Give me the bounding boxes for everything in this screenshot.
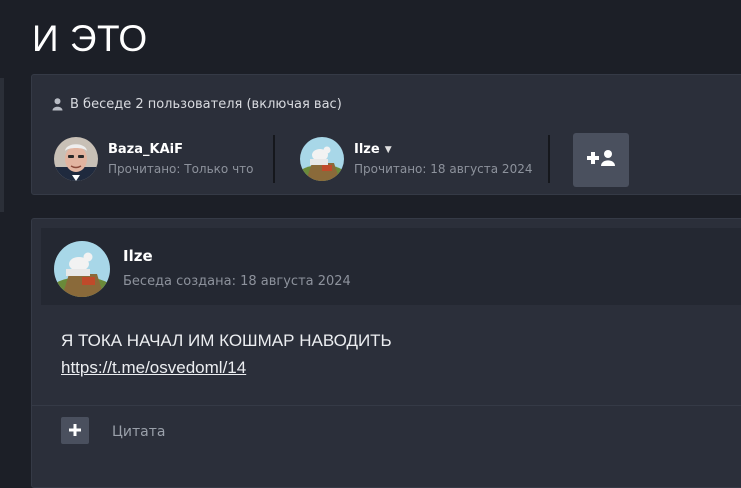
conversation-created-date: Беседа создана: 18 августа 2024 [123, 274, 351, 289]
quote-add-button[interactable] [61, 417, 89, 444]
plus-icon[interactable] [69, 421, 81, 440]
member-divider [548, 135, 550, 183]
member-name[interactable]: Baza_KAiF [108, 142, 254, 157]
participants-header: В беседе 2 пользователя (включая вас) [52, 97, 342, 112]
author-avatar[interactable] [54, 241, 110, 297]
message-footer-divider [32, 405, 741, 406]
avatar[interactable] [300, 137, 344, 181]
avatar[interactable] [54, 137, 98, 181]
member-name[interactable]: Ilze ▼ [354, 142, 532, 157]
add-user-icon[interactable] [586, 149, 616, 171]
message-text: Я ТОКА НАЧАЛ ИМ КОШМАР НАВОДИТЬ [61, 331, 392, 350]
page-title: И ЭТО [32, 18, 148, 59]
member-ilze[interactable]: Ilze ▼ Прочитано: 18 августа 2024 [300, 137, 532, 181]
message-card: Ilze Беседа создана: 18 августа 2024 Я Т… [31, 218, 741, 488]
member-baza-kaif[interactable]: Baza_KAiF Прочитано: Только что [54, 137, 254, 181]
user-icon [52, 98, 63, 111]
chevron-down-icon[interactable]: ▼ [385, 145, 392, 155]
left-edge-strip [0, 78, 4, 212]
invite-participant-button[interactable] [573, 133, 629, 187]
member-divider [273, 135, 275, 183]
message-body: Я ТОКА НАЧАЛ ИМ КОШМАР НАВОДИТЬ https://… [61, 327, 392, 381]
quote-link[interactable]: Цитата [112, 424, 165, 440]
message-link[interactable]: https://t.me/osvedoml/14 [61, 354, 392, 381]
author-name[interactable]: Ilze [123, 247, 153, 265]
member-read-status: Прочитано: Только что [108, 162, 254, 176]
message-header: Ilze Беседа создана: 18 августа 2024 [41, 228, 741, 305]
participants-panel: В беседе 2 пользователя (включая вас) Ba… [31, 74, 741, 195]
participants-count-text: В беседе 2 пользователя (включая вас) [70, 97, 342, 112]
member-read-status: Прочитано: 18 августа 2024 [354, 162, 533, 176]
